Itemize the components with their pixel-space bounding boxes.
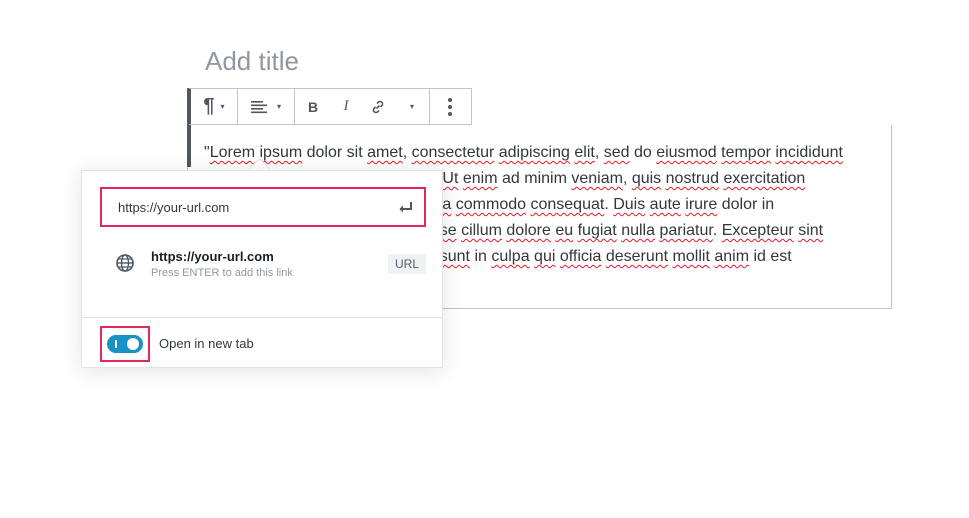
globe-icon xyxy=(116,254,134,272)
open-new-tab-label[interactable]: Open in new tab xyxy=(159,336,254,351)
align-left-icon xyxy=(250,100,267,113)
paragraph-line: "Lorem ipsum dolor sit amet, consectetur… xyxy=(204,144,843,161)
block-toolbar: ¶ ▾ ▾ B I ▾ xyxy=(187,88,472,125)
block-selected-indicator xyxy=(187,125,191,167)
alignment-group: ▾ xyxy=(238,89,295,124)
popover-divider xyxy=(82,317,442,318)
more-formatting-button[interactable]: ▾ xyxy=(395,89,429,124)
vertical-ellipsis-icon xyxy=(448,97,452,116)
suggestion-hint: Press ENTER to add this link xyxy=(151,267,293,279)
new-tab-toggle-container xyxy=(100,326,150,362)
chevron-down-icon: ▾ xyxy=(409,102,414,111)
formatting-group: B I ▾ xyxy=(295,89,430,124)
suggestion-title: https://your-url.com xyxy=(151,249,274,264)
link-icon xyxy=(372,100,384,113)
block-type-button[interactable]: ¶ ▾ xyxy=(191,89,237,124)
chevron-down-icon: ▾ xyxy=(220,102,225,111)
link-popover: https://your-url.com Press ENTER to add … xyxy=(81,170,443,368)
align-button[interactable]: ▾ xyxy=(238,89,294,124)
url-input-container xyxy=(100,187,426,227)
url-type-badge: URL xyxy=(387,254,426,274)
suggestion-text: https://your-url.com Press ENTER to add … xyxy=(151,249,293,279)
toggle-on-icon xyxy=(115,340,117,348)
open-new-tab-toggle[interactable] xyxy=(107,335,143,353)
more-options-group xyxy=(430,89,470,124)
link-button[interactable] xyxy=(361,89,395,124)
url-input[interactable] xyxy=(116,198,380,216)
more-options-button[interactable] xyxy=(430,89,470,124)
toggle-knob xyxy=(127,338,139,350)
enter-icon[interactable] xyxy=(396,198,414,216)
italic-button[interactable]: I xyxy=(331,89,361,124)
bold-button[interactable]: B xyxy=(295,89,331,124)
chevron-down-icon: ▾ xyxy=(276,102,281,111)
link-suggestion[interactable]: https://your-url.com Press ENTER to add … xyxy=(98,241,428,287)
paragraph-icon: ¶ xyxy=(203,95,215,117)
block-type-group: ¶ ▾ xyxy=(191,89,238,124)
post-title-input[interactable]: Add title xyxy=(205,46,299,77)
